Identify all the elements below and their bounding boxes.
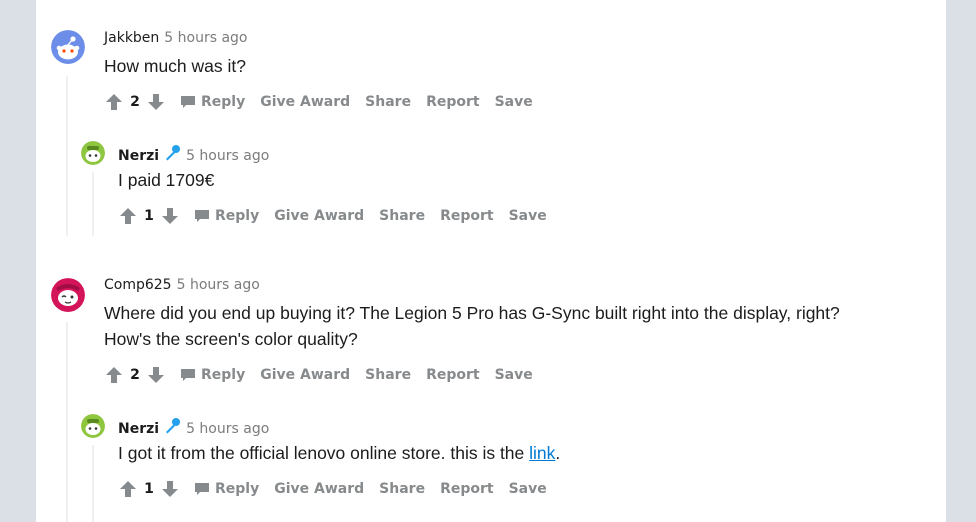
reply-button[interactable]: Reply: [180, 367, 245, 383]
vote-score: 2: [130, 367, 140, 383]
timestamp[interactable]: 5 hours ago: [177, 277, 260, 293]
share-button[interactable]: Share: [365, 367, 411, 383]
comment-actions: 1 Reply Give Award Share Report Save: [118, 477, 562, 501]
downvote-button[interactable]: [160, 206, 180, 226]
thread-line[interactable]: [92, 172, 94, 236]
comment-bubble-icon: [195, 210, 209, 222]
vote-score: 1: [144, 208, 154, 224]
give-award-button[interactable]: Give Award: [260, 94, 350, 110]
comment-body: How much was it?: [104, 53, 246, 79]
downvote-arrow-icon: [148, 94, 164, 110]
timestamp[interactable]: 5 hours ago: [164, 30, 247, 46]
comment-text: .: [555, 443, 561, 463]
avatar[interactable]: [51, 278, 85, 312]
share-button[interactable]: Share: [379, 208, 425, 224]
avatar[interactable]: [51, 30, 85, 64]
comment-text-line: Where did you end up buying it? The Legi…: [104, 303, 840, 323]
store-link[interactable]: link: [529, 443, 555, 463]
reply-label: Reply: [201, 367, 246, 383]
comment-text-line: How's the screen's color quality?: [104, 329, 358, 349]
upvote-button[interactable]: [118, 479, 138, 499]
downvote-button[interactable]: [146, 365, 166, 385]
thread-line[interactable]: [92, 445, 94, 522]
comment-text: I paid 1709€: [118, 170, 215, 190]
give-award-button[interactable]: Give Award: [274, 481, 364, 497]
save-button[interactable]: Save: [495, 94, 533, 110]
comment-meta: Comp625 5 hours ago: [104, 277, 260, 293]
reply-label: Reply: [215, 208, 260, 224]
thread-line[interactable]: [66, 76, 68, 236]
thread-line[interactable]: [66, 322, 68, 522]
author-name[interactable]: Nerzi: [118, 421, 159, 437]
avatar[interactable]: [81, 414, 105, 438]
upvote-button[interactable]: [104, 92, 124, 112]
save-button[interactable]: Save: [509, 481, 547, 497]
snoo-green-avatar-icon: [81, 414, 105, 438]
comment-actions: 1 Reply Give Award Share Report Save: [118, 204, 562, 228]
save-button[interactable]: Save: [509, 208, 547, 224]
vote-score: 1: [144, 481, 154, 497]
comment-bubble-icon: [181, 96, 195, 108]
upvote-arrow-icon: [120, 481, 136, 497]
share-button[interactable]: Share: [365, 94, 411, 110]
share-button[interactable]: Share: [379, 481, 425, 497]
comment-meta: Nerzi 5 hours ago: [118, 417, 269, 439]
downvote-button[interactable]: [146, 92, 166, 112]
give-award-button[interactable]: Give Award: [274, 208, 364, 224]
downvote-arrow-icon: [148, 367, 164, 383]
report-button[interactable]: Report: [440, 481, 494, 497]
snoo-pink-avatar-icon: [51, 278, 85, 312]
comment-body: I got it from the official lenovo online…: [118, 440, 560, 466]
microphone-icon: [163, 144, 181, 166]
report-button[interactable]: Report: [426, 94, 480, 110]
report-button[interactable]: Report: [426, 367, 480, 383]
author-name[interactable]: Comp625: [104, 277, 172, 293]
upvote-arrow-icon: [120, 208, 136, 224]
comment-bubble-icon: [195, 483, 209, 495]
upvote-button[interactable]: [104, 365, 124, 385]
downvote-arrow-icon: [162, 481, 178, 497]
timestamp[interactable]: 5 hours ago: [186, 421, 269, 437]
snoo-blue-avatar-icon: [51, 30, 85, 64]
microphone-icon: [163, 417, 181, 439]
reply-button[interactable]: Reply: [180, 94, 245, 110]
comment-actions: 2 Reply Give Award Share Report Save: [104, 90, 548, 114]
upvote-arrow-icon: [106, 94, 122, 110]
report-button[interactable]: Report: [440, 208, 494, 224]
reply-label: Reply: [201, 94, 246, 110]
upvote-arrow-icon: [106, 367, 122, 383]
downvote-arrow-icon: [162, 208, 178, 224]
comment-body: Where did you end up buying it? The Legi…: [104, 300, 840, 352]
comment-meta: Jakkben 5 hours ago: [104, 30, 248, 46]
snoo-green-avatar-icon: [81, 141, 105, 165]
downvote-button[interactable]: [160, 479, 180, 499]
comment-actions: 2 Reply Give Award Share Report Save: [104, 363, 548, 387]
give-award-button[interactable]: Give Award: [260, 367, 350, 383]
comment-body: I paid 1709€: [118, 167, 214, 193]
author-name[interactable]: Jakkben: [104, 30, 159, 46]
author-name[interactable]: Nerzi: [118, 148, 159, 164]
comment-text: I got it from the official lenovo online…: [118, 443, 530, 463]
upvote-button[interactable]: [118, 206, 138, 226]
save-button[interactable]: Save: [495, 367, 533, 383]
reply-button[interactable]: Reply: [194, 481, 259, 497]
comment-meta: Nerzi 5 hours ago: [118, 144, 269, 166]
comment-text: How much was it?: [104, 56, 246, 76]
avatar[interactable]: [81, 141, 105, 165]
vote-score: 2: [130, 94, 140, 110]
reply-label: Reply: [215, 481, 260, 497]
timestamp[interactable]: 5 hours ago: [186, 148, 269, 164]
comment-bubble-icon: [181, 369, 195, 381]
reply-button[interactable]: Reply: [194, 208, 259, 224]
